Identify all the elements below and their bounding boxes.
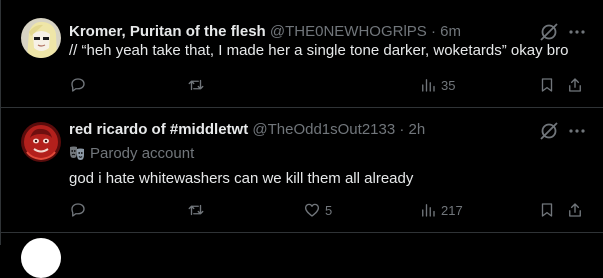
bookmark-icon (538, 76, 556, 94)
display-name[interactable]: red ricardo of #middletwt (69, 121, 248, 138)
views-count: 217 (441, 202, 463, 218)
views-count: 35 (441, 77, 456, 93)
views-icon (419, 201, 437, 219)
parody-label-text: Parody account (90, 145, 195, 162)
separator-dot: · (430, 23, 436, 40)
reply-button[interactable] (69, 75, 87, 95)
repost-button[interactable] (187, 75, 205, 95)
tweet-text: god i hate whitewashers can we kill them… (69, 170, 414, 187)
tweet[interactable]: Kromer, Puritan of the flesh @THE0NEWHOG… (1, 0, 603, 107)
share-button[interactable] (566, 200, 584, 220)
grok-icon[interactable] (539, 121, 559, 141)
tweet-header: red ricardo of #middletwt @TheOdd1sOut21… (69, 120, 543, 140)
bookmark-icon (538, 201, 556, 219)
more-icon[interactable] (567, 121, 587, 141)
reply-icon (69, 76, 87, 94)
bookmark-button[interactable] (538, 75, 556, 95)
grok-icon[interactable] (539, 22, 559, 42)
bookmark-button[interactable] (538, 200, 556, 220)
timeline-feed: Kromer, Puritan of the flesh @THE0NEWHOG… (0, 0, 603, 278)
avatar[interactable] (21, 122, 61, 162)
likes-count: 5 (325, 202, 333, 218)
avatar[interactable] (21, 238, 61, 278)
parody-label: Parody account (69, 144, 194, 164)
repost-button[interactable] (187, 200, 205, 220)
repost-icon (187, 201, 205, 219)
views-button[interactable]: 35 (419, 75, 455, 95)
user-handle[interactable]: @TheOdd1sOut2133 (252, 121, 395, 138)
tweet-text: // “heh yeah take that, I made her a sin… (69, 42, 569, 59)
timestamp[interactable]: 6m (440, 23, 461, 40)
share-icon (566, 76, 584, 94)
user-handle[interactable]: @THE0NEWHOGRlPS (270, 23, 427, 40)
display-name[interactable]: Kromer, Puritan of the flesh (69, 23, 266, 40)
tweet[interactable]: red ricardo of #middletwt @TheOdd1sOut21… (1, 108, 603, 232)
views-icon (419, 76, 437, 94)
avatar[interactable] (21, 18, 61, 58)
views-button[interactable]: 217 (419, 200, 463, 220)
parody-mask-icon (69, 145, 85, 167)
share-icon (566, 201, 584, 219)
reply-icon (69, 201, 87, 219)
share-button[interactable] (566, 75, 584, 95)
timestamp[interactable]: 2h (409, 121, 426, 138)
separator-dot: · (399, 121, 405, 138)
tweet-header: Kromer, Puritan of the flesh @THE0NEWHOG… (69, 22, 543, 42)
like-button[interactable]: 5 (303, 200, 332, 220)
repost-icon (187, 76, 205, 94)
more-icon[interactable] (567, 22, 587, 42)
like-icon (303, 201, 321, 219)
reply-button[interactable] (69, 200, 87, 220)
tweet-divider (1, 232, 603, 233)
